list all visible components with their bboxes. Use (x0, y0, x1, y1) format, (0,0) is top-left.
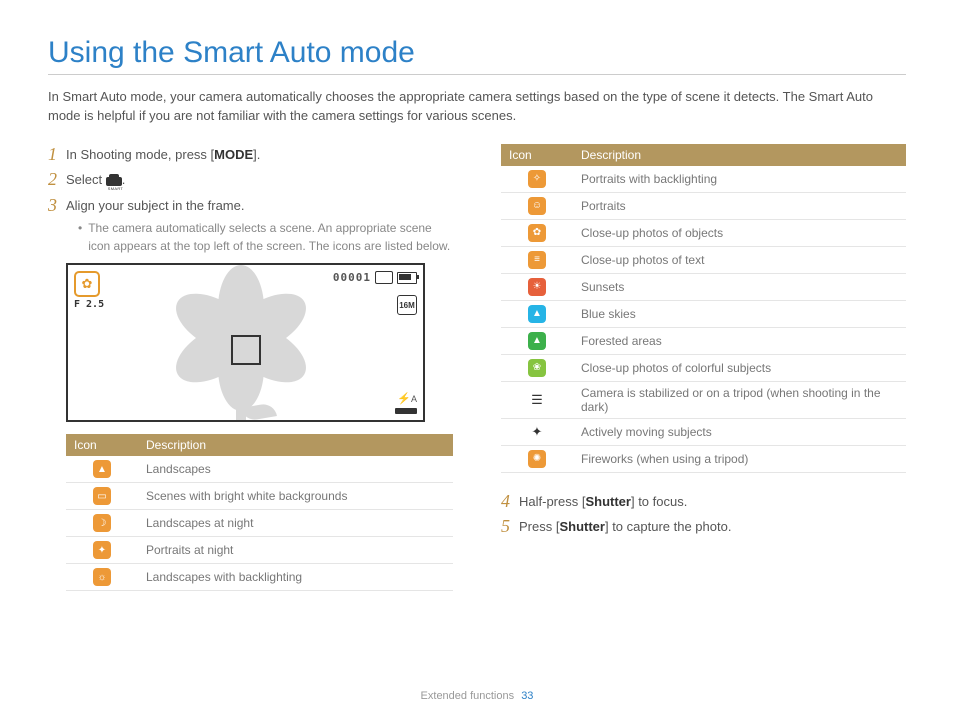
table-row: ≡ Close-up photos of text (501, 246, 906, 273)
icon-description: Camera is stabilized or on a tripod (whe… (573, 381, 906, 418)
step-4-text-post: ] to focus. (631, 494, 687, 509)
flash-icon: ⚡ (397, 393, 411, 405)
right-column: Icon Description ✧ Portraits with backlig… (501, 144, 906, 592)
scene-icon: ✺ (528, 450, 546, 468)
scene-icon: ✿ (74, 271, 100, 297)
intro-text: In Smart Auto mode, your camera automati… (48, 88, 906, 126)
th-icon: Icon (66, 434, 138, 456)
step-2-text-pre: Select (66, 172, 106, 187)
table-row: ☽ Landscapes at night (66, 510, 453, 537)
icon-description: Close-up photos of text (573, 246, 906, 273)
step-number: 1 (48, 144, 66, 166)
step-2: 2 Select SMART. (48, 169, 453, 191)
table-row: ✧ Portraits with backlighting (501, 166, 906, 193)
step-3-text: Align your subject in the frame. (66, 195, 453, 217)
table-row: ☺ Portraits (501, 192, 906, 219)
left-column: 1 In Shooting mode, press [MODE]. 2 Sele… (48, 144, 453, 592)
overlay-top-right: 00001 (333, 271, 417, 284)
shutter-label: Shutter (585, 494, 631, 509)
table-row: ✺ Fireworks (when using a tripod) (501, 445, 906, 472)
smart-auto-icon: SMART (106, 174, 122, 187)
step-1-text-post: ]. (253, 147, 260, 162)
icon-description: Portraits at night (138, 537, 453, 564)
scene-icon: ▭ (93, 487, 111, 505)
scene-icon: ▲ (93, 460, 111, 478)
scene-icon: ▲ (528, 332, 546, 350)
icon-description: Scenes with bright white backgrounds (138, 483, 453, 510)
icon-description: Sunsets (573, 273, 906, 300)
icon-description: Portraits with backlighting (573, 166, 906, 193)
table-row: ▲ Blue skies (501, 300, 906, 327)
footer-section: Extended functions (421, 690, 515, 702)
icon-table-left: Icon Description ▲ Landscapes ▭ Scenes with… (66, 434, 453, 591)
size-indicator: 16M (397, 295, 417, 315)
step-number: 3 (48, 195, 66, 217)
table-row: ✦ Portraits at night (66, 537, 453, 564)
page-title: Using the Smart Auto mode (48, 36, 906, 75)
table-row: ✿ Close-up photos of objects (501, 219, 906, 246)
scene-icon: ❀ (528, 359, 546, 377)
step-3: 3 Align your subject in the frame. (48, 195, 453, 217)
icon-description: Landscapes (138, 456, 453, 483)
step-3-bullet: The camera automatically selects a scene… (78, 220, 453, 255)
overlay-top-left: ✿ F 2.5 (74, 271, 104, 310)
step-1: 1 In Shooting mode, press [MODE]. (48, 144, 453, 166)
step-number: 5 (501, 516, 519, 538)
icon-description: Close-up photos of objects (573, 219, 906, 246)
step-4: 4 Half-press [Shutter] to focus. (501, 491, 906, 513)
icon-description: Blue skies (573, 300, 906, 327)
th-desc: Description (138, 434, 453, 456)
icon-description: Landscapes at night (138, 510, 453, 537)
table-row: ▭ Scenes with bright white backgrounds (66, 483, 453, 510)
icon-description: Landscapes with backlighting (138, 564, 453, 591)
step-5-text-pre: Press [ (519, 519, 559, 534)
th-desc: Description (573, 144, 906, 166)
table-row: ☰ Camera is stabilized or on a tripod (wh… (501, 381, 906, 418)
step-2-text-post: . (122, 172, 126, 187)
table-row: ▲ Landscapes (66, 456, 453, 483)
icon-description: Forested areas (573, 327, 906, 354)
scene-icon: ☽ (93, 514, 111, 532)
icon-description: Close-up photos of colorful subjects (573, 354, 906, 381)
scene-icon: ≡ (528, 251, 546, 269)
table-row: ☼ Landscapes with backlighting (66, 564, 453, 591)
f-value: F 2.5 (74, 299, 104, 310)
scene-icon: ☺ (528, 197, 546, 215)
scene-icon: ☼ (93, 568, 111, 586)
step-number: 2 (48, 169, 66, 191)
step-1-text-pre: In Shooting mode, press [ (66, 147, 214, 162)
scene-icon: ✧ (528, 170, 546, 188)
step-5-text-post: ] to capture the photo. (605, 519, 731, 534)
icon-description: Actively moving subjects (573, 418, 906, 445)
th-icon: Icon (501, 144, 573, 166)
scene-icon: ✦ (93, 541, 111, 559)
table-row: ✦ Actively moving subjects (501, 418, 906, 445)
flash-mode: A (411, 394, 417, 404)
icon-description: Fireworks (when using a tripod) (573, 445, 906, 472)
overlay-bottom-right: ⚡A (395, 393, 417, 414)
shot-counter: 00001 (333, 271, 371, 284)
table-row: ❀ Close-up photos of colorful subjects (501, 354, 906, 381)
table-row: ☀ Sunsets (501, 273, 906, 300)
table-row: ▲ Forested areas (501, 327, 906, 354)
camera-screen-illustration: ✿ F 2.5 00001 16M ⚡A (66, 263, 425, 422)
scene-icon: ✦ (528, 423, 546, 441)
icon-description: Portraits (573, 192, 906, 219)
step-5: 5 Press [Shutter] to capture the photo. (501, 516, 906, 538)
mode-button-label: MODE (214, 147, 253, 162)
page-footer: Extended functions 33 (0, 690, 954, 702)
step-4-text-pre: Half-press [ (519, 494, 585, 509)
step-number: 4 (501, 491, 519, 513)
battery-icon (397, 272, 417, 284)
focus-box (231, 335, 261, 365)
scene-icon: ☀ (528, 278, 546, 296)
card-icon (375, 271, 393, 284)
scene-icon: ☰ (528, 391, 546, 409)
footer-page-number: 33 (521, 690, 533, 702)
icon-table-right: Icon Description ✧ Portraits with backlig… (501, 144, 906, 473)
scene-icon: ✿ (528, 224, 546, 242)
shutter-label: Shutter (559, 519, 605, 534)
scene-icon: ▲ (528, 305, 546, 323)
